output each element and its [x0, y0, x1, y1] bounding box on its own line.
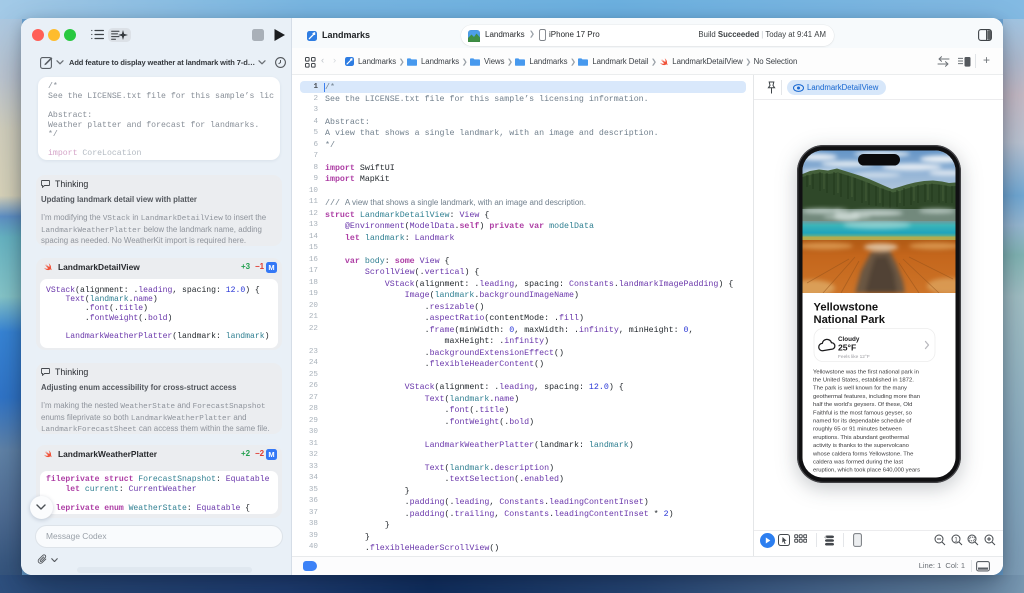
svg-text:Yellowstone: Yellowstone	[814, 302, 879, 314]
svg-text:1: 1	[954, 536, 958, 543]
svg-text:half the world’s geysers. Of t: half the world’s geysers. Of these, Old	[813, 402, 912, 408]
svg-text:25°F: 25°F	[838, 342, 856, 352]
svg-text:the United States, established: the United States, established in 1872.	[813, 378, 914, 384]
svg-text:National Park: National Park	[814, 314, 886, 326]
svg-text:eruption, which took place 640: eruption, which took place 640,000 years	[813, 468, 920, 474]
svg-text:activity is thanks to the supe: activity is thanks to the supervolcano	[813, 443, 910, 449]
svg-text:Yellowstone was the first nati: Yellowstone was the first national park …	[813, 369, 919, 375]
svg-text:caldera was formed during the: caldera was formed during the last	[813, 460, 903, 466]
svg-text:geothermal features, including: geothermal features, including more than	[813, 394, 920, 400]
svg-text:Feels like 12°F: Feels like 12°F	[838, 354, 870, 360]
svg-text:Faithful is the most famous ge: Faithful is the most famous geyser, so	[813, 410, 913, 416]
svg-text:whose caldera forms Yellowston: whose caldera forms Yellowstone. The	[812, 451, 914, 457]
svg-text:The park is well known for the: The park is well known for the many	[813, 386, 907, 392]
svg-text:roughly 65 or 91 minutes betwe: roughly 65 or 91 minutes between	[813, 427, 902, 433]
svg-text:eruptions. This abundant geoth: eruptions. This abundant geothermal	[813, 435, 909, 441]
svg-text:named for its dependable sched: named for its dependable schedule of	[813, 419, 912, 425]
